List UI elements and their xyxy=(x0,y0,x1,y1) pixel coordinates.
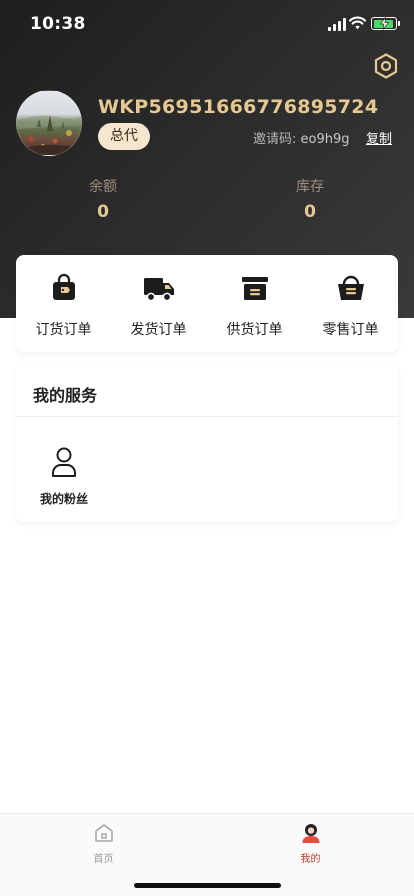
delivery-truck-icon xyxy=(143,278,174,302)
tab-home[interactable]: 首页 xyxy=(0,820,207,870)
order-entry-supply[interactable]: 供货订单 xyxy=(207,255,302,352)
order-entry-shipping[interactable]: 发货订单 xyxy=(111,255,206,352)
balance-label: 余额 xyxy=(89,179,117,195)
home-icon xyxy=(94,824,113,842)
services-title: 我的服务 xyxy=(33,386,98,405)
basket-icon xyxy=(337,275,364,300)
status-bar: 10:38 xyxy=(0,0,414,48)
services-divider xyxy=(16,416,398,417)
inventory-label: 库存 xyxy=(296,179,324,195)
avatar[interactable] xyxy=(16,90,82,156)
home-indicator xyxy=(134,883,281,888)
service-my-fans[interactable]: 我的粉丝 xyxy=(24,442,104,506)
role-badge: 总代 xyxy=(98,123,150,150)
profile-avatar-icon xyxy=(302,824,319,843)
archive-box-icon xyxy=(241,277,268,300)
battery-cap xyxy=(398,21,400,26)
profile-page: 10:38 WKP56951666776895724 总代 邀请码: eo9h9… xyxy=(0,0,414,896)
service-label-my-fans: 我的粉丝 xyxy=(39,492,88,506)
avatar-photo xyxy=(17,115,81,155)
tab-label-mine: 我的 xyxy=(300,854,321,865)
balance-stat[interactable]: 余额 0 xyxy=(43,176,163,222)
orders-card: 订货订单 发货订单 供货订单 零售订单 xyxy=(16,255,398,352)
cellular-signal-icon xyxy=(328,18,346,31)
inventory-stat[interactable]: 库存 0 xyxy=(250,176,370,222)
invite-code-value: eo9h9g xyxy=(300,132,350,147)
status-time: 10:38 xyxy=(30,14,86,34)
balance-value: 0 xyxy=(97,202,109,222)
inventory-value: 0 xyxy=(304,202,316,222)
person-outline-icon xyxy=(52,447,76,477)
order-entry-retail[interactable]: 零售订单 xyxy=(303,255,398,352)
order-entry-ordering[interactable]: 订货订单 xyxy=(16,255,111,352)
invite-code-row: 邀请码: eo9h9g xyxy=(253,128,350,147)
tab-mine[interactable]: 我的 xyxy=(207,820,414,870)
invite-code-label: 邀请码: xyxy=(253,132,297,147)
shopping-bag-tag-icon xyxy=(52,273,75,300)
tab-label-home: 首页 xyxy=(93,854,114,865)
copy-invite-code-button[interactable]: 复制 xyxy=(366,128,392,147)
settings-gear-icon[interactable] xyxy=(372,52,400,80)
charging-bolt-icon xyxy=(379,17,390,30)
order-label-supply: 供货订单 xyxy=(226,322,283,338)
order-label-retail: 零售订单 xyxy=(322,322,379,338)
wifi-icon xyxy=(349,16,366,30)
services-card: 我的服务 我的粉丝 xyxy=(16,364,398,522)
order-label-shipping: 发货订单 xyxy=(130,322,187,338)
username: WKP56951666776895724 xyxy=(98,96,379,118)
order-label-ordering: 订货订单 xyxy=(35,322,92,338)
